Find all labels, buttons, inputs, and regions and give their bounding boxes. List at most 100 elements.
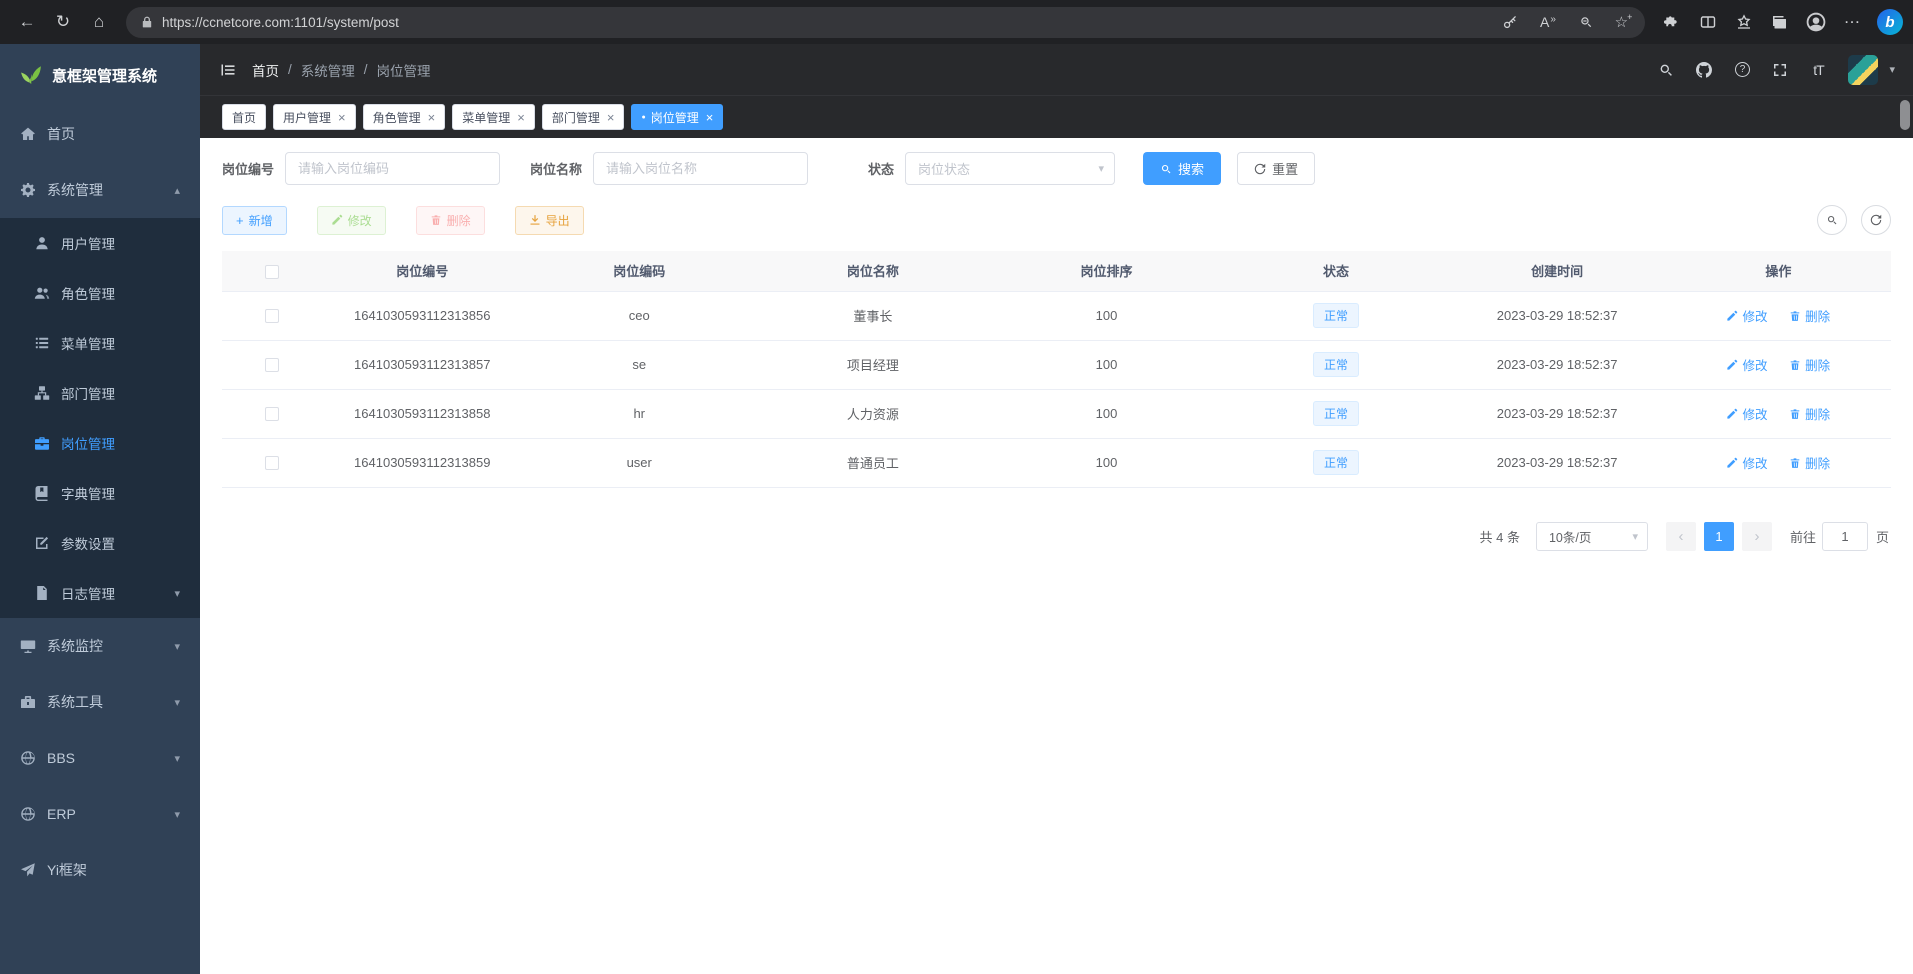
- bing-sidebar-button[interactable]: b: [1877, 9, 1903, 35]
- status-select[interactable]: 岗位状态 ▾: [905, 152, 1115, 185]
- browser-menu-button[interactable]: …: [1835, 5, 1869, 39]
- add-favorite-button[interactable]: ☆+: [1609, 8, 1639, 36]
- font-size-button[interactable]: tT: [1802, 54, 1834, 86]
- row-delete-link[interactable]: 删除: [1789, 453, 1830, 472]
- sidebar-item-system-tools[interactable]: 系统工具 ▾: [0, 674, 200, 730]
- header-actions: ? tT ▾: [1650, 54, 1895, 86]
- sidebar-item-bbs[interactable]: BBS ▾: [0, 730, 200, 786]
- row-checkbox[interactable]: [265, 456, 279, 470]
- close-icon[interactable]: ×: [607, 111, 615, 124]
- sidebar-item-yi-framework[interactable]: Yi框架: [0, 842, 200, 898]
- breadcrumb-system-mgmt: 系统管理: [301, 60, 355, 80]
- row-checkbox[interactable]: [265, 358, 279, 372]
- favorites-button[interactable]: [1727, 5, 1761, 39]
- address-bar[interactable]: https://ccnetcore.com:1101/system/post A…: [126, 7, 1645, 38]
- sidebar-item-dept-mgmt[interactable]: 部门管理: [0, 368, 200, 418]
- zoom-button[interactable]: [1571, 8, 1601, 36]
- sidebar-item-post-mgmt[interactable]: 岗位管理: [0, 418, 200, 468]
- row-edit-link[interactable]: 修改: [1726, 306, 1767, 325]
- page-content: 岗位编号 岗位名称 状态 岗位状态 ▾ 搜索 重置: [200, 138, 1913, 974]
- select-all-checkbox[interactable]: [265, 265, 279, 279]
- close-icon[interactable]: ×: [517, 111, 525, 124]
- sidebar-item-menu-mgmt[interactable]: 菜单管理: [0, 318, 200, 368]
- row-delete-link[interactable]: 删除: [1789, 404, 1830, 423]
- page-size-select[interactable]: 10条/页 ▾: [1536, 522, 1648, 551]
- delete-button-label: 删除: [447, 212, 471, 229]
- row-edit-link[interactable]: 修改: [1726, 355, 1767, 374]
- row-checkbox[interactable]: [265, 309, 279, 323]
- row-delete-link[interactable]: 删除: [1789, 355, 1830, 374]
- sidebar-item-system-monitor[interactable]: 系统监控 ▾: [0, 618, 200, 674]
- prev-page-button[interactable]: ‹: [1666, 522, 1696, 551]
- toggle-search-button[interactable]: [1817, 205, 1847, 235]
- split-screen-button[interactable]: [1691, 5, 1725, 39]
- breadcrumb-home[interactable]: 首页: [252, 60, 279, 80]
- extensions-button[interactable]: [1655, 5, 1689, 39]
- github-link[interactable]: [1688, 54, 1720, 86]
- search-button[interactable]: 搜索: [1143, 152, 1221, 185]
- header-post-sort: 岗位排序: [990, 251, 1224, 291]
- cell-post-id: 1641030593112313859: [322, 438, 522, 487]
- status-select-placeholder: 岗位状态: [918, 159, 970, 178]
- puzzle-icon: [1664, 14, 1680, 30]
- chevron-down-icon: ▾: [174, 808, 180, 821]
- collections-button[interactable]: [1763, 5, 1797, 39]
- tab-user-mgmt[interactable]: 用户管理 ×: [273, 104, 356, 130]
- tab-menu-mgmt[interactable]: 菜单管理 ×: [452, 104, 535, 130]
- export-button[interactable]: 导出: [515, 206, 584, 235]
- url-text[interactable]: https://ccnetcore.com:1101/system/post: [162, 15, 1487, 30]
- sidebar-item-home[interactable]: 首页: [0, 106, 200, 162]
- refresh-icon: ↻: [56, 12, 70, 32]
- browser-profile-button[interactable]: [1799, 5, 1833, 39]
- page-scrollbar-thumb[interactable]: [1900, 100, 1910, 130]
- tab-dept-mgmt[interactable]: 部门管理 ×: [542, 104, 625, 130]
- sidebar-item-erp[interactable]: ERP ▾: [0, 786, 200, 842]
- chevron-down-icon[interactable]: ▾: [1889, 63, 1895, 76]
- sidebar-item-user-mgmt[interactable]: 用户管理: [0, 218, 200, 268]
- row-edit-label: 修改: [1742, 306, 1767, 325]
- row-checkbox[interactable]: [265, 407, 279, 421]
- read-aloud-waves-icon: »: [1550, 14, 1556, 25]
- row-edit-label: 修改: [1742, 453, 1767, 472]
- add-button[interactable]: + 新增: [222, 206, 287, 235]
- browser-refresh-button[interactable]: ↻: [46, 5, 80, 39]
- refresh-table-button[interactable]: [1861, 205, 1891, 235]
- lock-icon: [140, 15, 154, 29]
- sidebar-item-system-mgmt[interactable]: 系统管理 ▴: [0, 162, 200, 218]
- read-aloud-button[interactable]: A»: [1533, 8, 1563, 36]
- reset-button[interactable]: 重置: [1237, 152, 1315, 185]
- user-avatar[interactable]: [1848, 55, 1878, 85]
- tab-role-mgmt[interactable]: 角色管理 ×: [363, 104, 446, 130]
- sidebar-item-label: 系统监控: [47, 636, 103, 656]
- browser-back-button[interactable]: ←: [10, 5, 44, 39]
- close-icon[interactable]: ×: [428, 111, 436, 124]
- row-delete-link[interactable]: 删除: [1789, 306, 1830, 325]
- goto-page-input[interactable]: [1822, 522, 1868, 551]
- trash-icon: [430, 214, 442, 226]
- cell-post-code: hr: [522, 389, 756, 438]
- post-name-input[interactable]: [593, 152, 808, 185]
- sidebar-item-role-mgmt[interactable]: 角色管理: [0, 268, 200, 318]
- cell-post-id: 1641030593112313856: [322, 291, 522, 340]
- post-id-input[interactable]: [285, 152, 500, 185]
- tab-home[interactable]: 首页: [222, 104, 266, 130]
- sidebar-item-param-settings[interactable]: 参数设置: [0, 518, 200, 568]
- next-page-button[interactable]: ›: [1742, 522, 1772, 551]
- delete-button[interactable]: 删除: [416, 206, 485, 235]
- sidebar-toggle-button[interactable]: [220, 62, 236, 78]
- header-search-button[interactable]: [1650, 54, 1682, 86]
- password-key-button[interactable]: [1495, 8, 1525, 36]
- row-edit-link[interactable]: 修改: [1726, 404, 1767, 423]
- edit-button[interactable]: 修改: [317, 206, 386, 235]
- sidebar-item-log-mgmt[interactable]: 日志管理 ▾: [0, 568, 200, 618]
- page-1-button[interactable]: 1: [1704, 522, 1734, 551]
- browser-home-button[interactable]: ⌂: [82, 5, 116, 39]
- close-icon[interactable]: ×: [706, 111, 714, 124]
- tab-post-mgmt[interactable]: ● 岗位管理 ×: [631, 104, 723, 130]
- sidebar-item-dict-mgmt[interactable]: 字典管理: [0, 468, 200, 518]
- row-edit-link[interactable]: 修改: [1726, 453, 1767, 472]
- close-icon[interactable]: ×: [338, 111, 346, 124]
- table-header-row: 岗位编号 岗位编码 岗位名称 岗位排序 状态 创建时间 操作: [222, 251, 1891, 291]
- help-button[interactable]: ?: [1726, 54, 1758, 86]
- fullscreen-button[interactable]: [1764, 54, 1796, 86]
